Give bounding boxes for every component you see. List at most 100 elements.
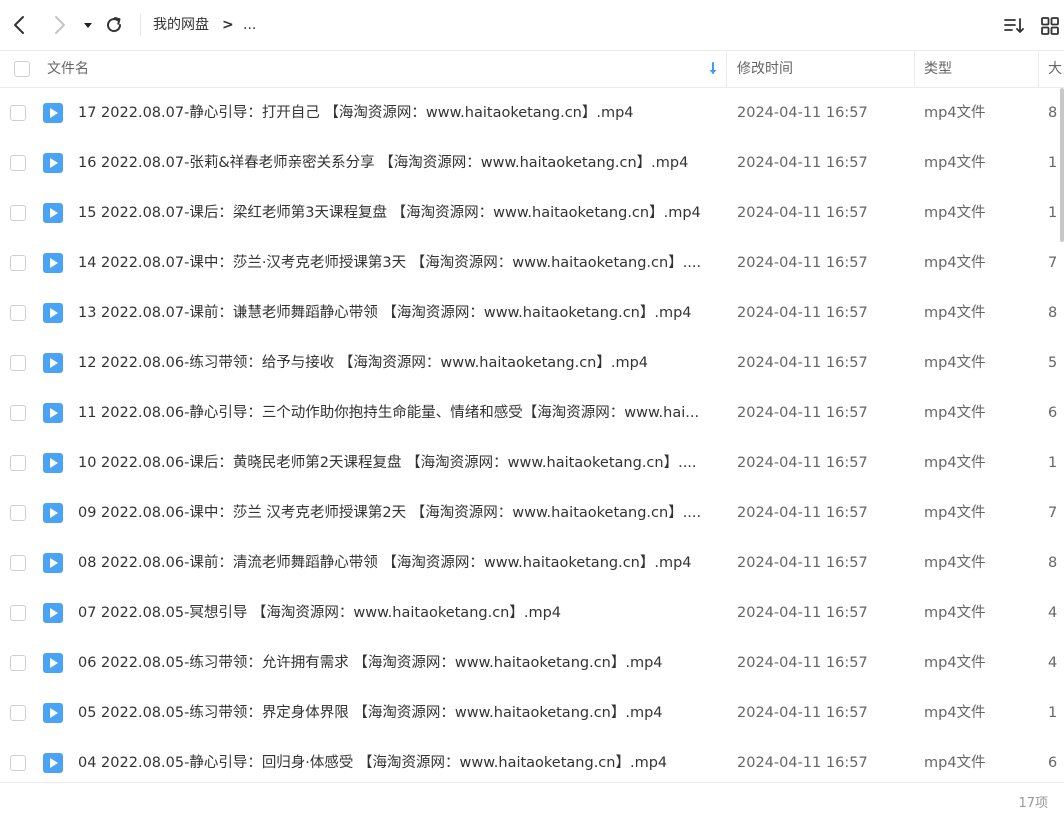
table-row[interactable]: 07 2022.08.05-冥想引导 【海淘资源网：www.haitaoketa…: [0, 588, 1064, 638]
file-modified-time: 2024-04-11 16:57: [737, 205, 868, 221]
row-checkbox[interactable]: [10, 205, 26, 221]
table-row[interactable]: 14 2022.08.07-课中：莎兰·汉考克老师授课第3天 【海淘资源网：ww…: [0, 238, 1064, 288]
file-name[interactable]: 15 2022.08.07-课后：梁红老师第3天课程复盘 【海淘资源网：www.…: [78, 203, 710, 223]
item-count: 17项: [1018, 796, 1048, 811]
file-type: mp4文件: [924, 605, 986, 621]
scrollbar-thumb[interactable]: [1060, 88, 1064, 242]
row-checkbox[interactable]: [10, 255, 26, 271]
row-checkbox[interactable]: [10, 605, 26, 621]
row-checkbox[interactable]: [10, 405, 26, 421]
row-checkbox[interactable]: [10, 555, 26, 571]
table-header: 文件名 修改时间 类型 大: [0, 50, 1064, 88]
table-row[interactable]: 04 2022.08.05-静心引导：回归身·体感受 【海淘资源网：www.ha…: [0, 738, 1064, 788]
row-checkbox[interactable]: [10, 105, 26, 121]
table-row[interactable]: 09 2022.08.06-课中：莎兰 汉考克老师授课第2天 【海淘资源网：ww…: [0, 488, 1064, 538]
file-type: mp4文件: [924, 555, 986, 571]
file-type: mp4文件: [924, 155, 986, 171]
table-row[interactable]: 13 2022.08.07-课前：谦慧老师舞蹈静心带领 【海淘资源网：www.h…: [0, 288, 1064, 338]
row-checkbox[interactable]: [10, 655, 26, 671]
file-name[interactable]: 14 2022.08.07-课中：莎兰·汉考克老师授课第3天 【海淘资源网：ww…: [78, 253, 710, 273]
status-bar: 17项: [0, 782, 1064, 814]
video-file-icon: [43, 403, 63, 423]
file-name[interactable]: 07 2022.08.05-冥想引导 【海淘资源网：www.haitaoketa…: [78, 603, 710, 623]
table-row[interactable]: 15 2022.08.07-课后：梁红老师第3天课程复盘 【海淘资源网：www.…: [0, 188, 1064, 238]
file-name[interactable]: 10 2022.08.06-课后：黄晓民老师第2天课程复盘 【海淘资源网：www…: [78, 453, 710, 473]
column-divider[interactable]: [914, 51, 915, 87]
file-name[interactable]: 16 2022.08.07-张莉&祥春老师亲密关系分享 【海淘资源网：www.h…: [78, 153, 710, 173]
table-row[interactable]: 06 2022.08.05-练习带领：允许拥有需求 【海淘资源网：www.hai…: [0, 638, 1064, 688]
video-file-icon: [43, 553, 63, 573]
view-mode-button[interactable]: [1040, 16, 1060, 36]
file-modified-time: 2024-04-11 16:57: [737, 455, 868, 471]
row-checkbox[interactable]: [10, 455, 26, 471]
file-name[interactable]: 11 2022.08.06-静心引导：三个动作助你抱持生命能量、情绪和感受【海淘…: [78, 403, 710, 423]
file-modified-time: 2024-04-11 16:57: [737, 705, 868, 721]
row-checkbox[interactable]: [10, 155, 26, 171]
chevron-left-icon: [14, 16, 24, 34]
file-modified-time: 2024-04-11 16:57: [737, 255, 868, 271]
file-type: mp4文件: [924, 755, 986, 771]
column-header-size[interactable]: 大: [1048, 51, 1064, 87]
row-checkbox[interactable]: [10, 355, 26, 371]
file-type: mp4文件: [924, 105, 986, 121]
file-name[interactable]: 12 2022.08.06-练习带领：给予与接收 【海淘资源网：www.hait…: [78, 353, 710, 373]
file-name[interactable]: 06 2022.08.05-练习带领：允许拥有需求 【海淘资源网：www.hai…: [78, 653, 710, 673]
file-type: mp4文件: [924, 405, 986, 421]
video-file-icon: [43, 753, 63, 773]
file-name[interactable]: 13 2022.08.07-课前：谦慧老师舞蹈静心带领 【海淘资源网：www.h…: [78, 303, 710, 323]
table-row[interactable]: 05 2022.08.05-练习带领：界定身体界限 【海淘资源网：www.hai…: [0, 688, 1064, 738]
row-checkbox[interactable]: [10, 755, 26, 771]
video-file-icon: [43, 703, 63, 723]
video-file-icon: [43, 253, 63, 273]
table-row[interactable]: 10 2022.08.06-课后：黄晓民老师第2天课程复盘 【海淘资源网：www…: [0, 438, 1064, 488]
refresh-icon: [107, 17, 122, 33]
table-row[interactable]: 16 2022.08.07-张莉&祥春老师亲密关系分享 【海淘资源网：www.h…: [0, 138, 1064, 188]
file-name[interactable]: 04 2022.08.05-静心引导：回归身·体感受 【海淘资源网：www.ha…: [78, 753, 710, 773]
toolbar: 我的网盘 > ...: [0, 0, 1064, 50]
back-button[interactable]: [8, 13, 32, 37]
file-list: 17 2022.08.07-静心引导：打开自己 【海淘资源网：www.haita…: [0, 88, 1064, 788]
arrow-down-icon[interactable]: [707, 61, 719, 77]
column-divider[interactable]: [1038, 51, 1039, 87]
video-file-icon: [43, 203, 63, 223]
file-type: mp4文件: [924, 455, 986, 471]
column-header-name[interactable]: 文件名: [47, 51, 89, 87]
table-row[interactable]: 17 2022.08.07-静心引导：打开自己 【海淘资源网：www.haita…: [0, 88, 1064, 138]
table-row[interactable]: 08 2022.08.06-课前：清流老师舞蹈静心带领 【海淘资源网：www.h…: [0, 538, 1064, 588]
sort-icon: [1004, 18, 1024, 33]
column-header-type[interactable]: 类型: [924, 51, 952, 87]
file-type: mp4文件: [924, 305, 986, 321]
file-modified-time: 2024-04-11 16:57: [737, 655, 868, 671]
file-type: mp4文件: [924, 255, 986, 271]
file-name[interactable]: 09 2022.08.06-课中：莎兰 汉考克老师授课第2天 【海淘资源网：ww…: [78, 503, 710, 523]
sort-button[interactable]: [1003, 16, 1024, 36]
video-file-icon: [43, 653, 63, 673]
file-name[interactable]: 17 2022.08.07-静心引导：打开自己 【海淘资源网：www.haita…: [78, 103, 710, 123]
history-dropdown-button[interactable]: [80, 13, 96, 37]
chevron-right-icon: [55, 16, 65, 34]
video-file-icon: [43, 503, 63, 523]
forward-button[interactable]: [47, 13, 71, 37]
breadcrumb-separator: >: [222, 17, 234, 33]
select-all-checkbox[interactable]: [14, 61, 30, 77]
column-header-modified[interactable]: 修改时间: [737, 51, 793, 87]
table-row[interactable]: 12 2022.08.06-练习带领：给予与接收 【海淘资源网：www.hait…: [0, 338, 1064, 388]
caret-down-icon: [84, 23, 92, 28]
file-name[interactable]: 05 2022.08.05-练习带领：界定身体界限 【海淘资源网：www.hai…: [78, 703, 710, 723]
breadcrumb-root[interactable]: 我的网盘: [153, 15, 209, 35]
vertical-scrollbar[interactable]: [1060, 88, 1064, 782]
file-modified-time: 2024-04-11 16:57: [737, 155, 868, 171]
row-checkbox[interactable]: [10, 505, 26, 521]
file-type: mp4文件: [924, 655, 986, 671]
file-type: mp4文件: [924, 505, 986, 521]
file-modified-time: 2024-04-11 16:57: [737, 305, 868, 321]
row-checkbox[interactable]: [10, 705, 26, 721]
refresh-button[interactable]: [102, 13, 126, 37]
row-checkbox[interactable]: [10, 305, 26, 321]
file-modified-time: 2024-04-11 16:57: [737, 755, 868, 771]
file-name[interactable]: 08 2022.08.06-课前：清流老师舞蹈静心带领 【海淘资源网：www.h…: [78, 553, 710, 573]
column-divider[interactable]: [726, 51, 727, 87]
breadcrumb-more[interactable]: ...: [243, 15, 256, 35]
table-row[interactable]: 11 2022.08.06-静心引导：三个动作助你抱持生命能量、情绪和感受【海淘…: [0, 388, 1064, 438]
video-file-icon: [43, 103, 63, 123]
